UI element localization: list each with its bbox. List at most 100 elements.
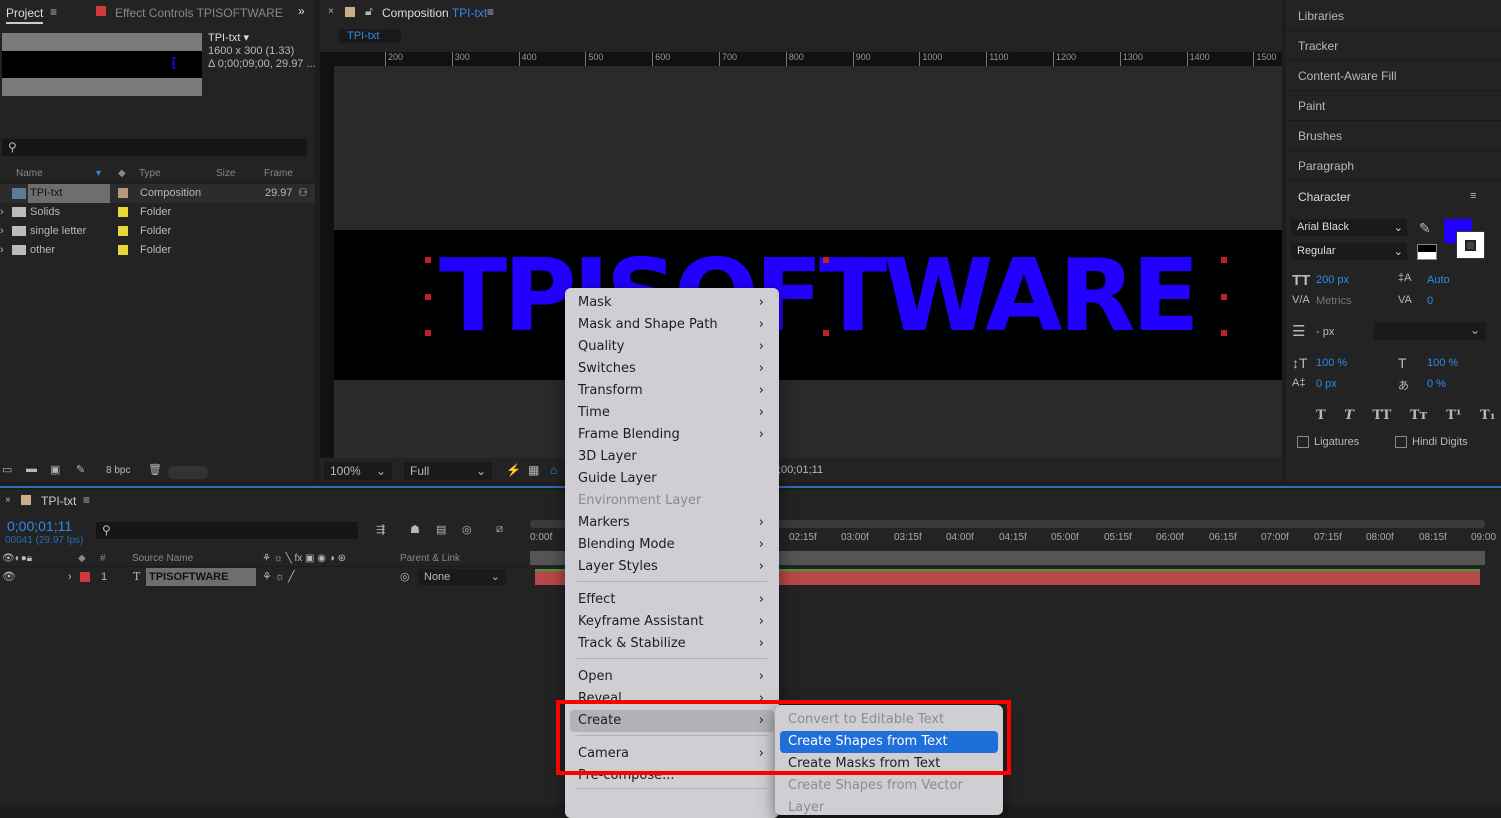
menu-item-mask[interactable]: Mask › [570,292,774,314]
tab-project[interactable]: Project [6,6,44,24]
shy-layers-icon[interactable]: ☗ [410,523,420,536]
current-timecode[interactable]: 0;00;01;11 [7,518,72,534]
thumb-name[interactable]: TPI-txt ▾ [208,31,249,44]
layer-switches[interactable]: ⚘ ☼ ╱ [262,568,295,586]
trash-icon[interactable]: 🗑 [148,463,162,476]
interpret-footage-icon[interactable]: ▭ [2,463,12,476]
menu-item-effect[interactable]: Effect › [570,589,774,611]
bbox-handle[interactable] [823,257,829,263]
expand-icon[interactable]: › [68,568,72,586]
baseline-shift-value[interactable]: 0 px [1316,378,1337,390]
bpc-button[interactable]: 8 bpc [106,465,130,476]
close-icon[interactable]: × [5,495,11,506]
panel-brushes[interactable]: Brushes [1286,121,1501,151]
panel-paragraph[interactable]: Paragraph [1286,151,1501,181]
menu-item-mask-and-shape-path[interactable]: Mask and Shape Path › [570,314,774,336]
eyedropper-icon[interactable]: ✎ [1419,220,1431,237]
menu-item-blending-mode[interactable]: Blending Mode › [570,534,774,556]
bbox-handle[interactable] [1221,294,1227,300]
zoom-select[interactable]: 100% ⌄ [324,462,392,480]
menu-item-frame-blending[interactable]: Frame Blending › [570,424,774,446]
panel-libraries[interactable]: Libraries [1286,1,1501,31]
project-search-input[interactable]: ⚲ [2,139,307,156]
stroke-color-swatch[interactable] [1456,231,1485,259]
faux-italic-button[interactable]: T [1344,408,1354,423]
col-name[interactable]: Name [16,165,43,183]
bbox-handle[interactable] [425,294,431,300]
menu-item-switches[interactable]: Switches › [570,358,774,380]
menu-item-quality[interactable]: Quality › [570,336,774,358]
transparency-grid-icon[interactable]: ▦ [528,463,539,477]
vertical-scale-value[interactable]: 100 % [1316,357,1347,369]
stroke-style-select[interactable]: ⌄ [1374,322,1486,340]
kerning-value[interactable]: Metrics [1316,295,1351,307]
layer-label-swatch[interactable] [80,572,90,582]
frame-blending-icon[interactable]: ▤ [436,523,446,536]
menu-icon[interactable]: ≡ [83,493,90,507]
expand-panels-icon[interactable]: » [298,4,305,18]
subscript-button[interactable]: T₁ [1480,408,1495,423]
new-folder-icon[interactable]: ▬ [26,463,37,475]
tab-effect-controls[interactable]: Effect Controls TPISOFTWARE [115,6,283,20]
project-item-tpi-txt[interactable]: TPI-txt Composition 29.97 ⚇ [0,184,315,203]
project-item-single-letter[interactable]: › single letter Folder [0,222,315,241]
col-size[interactable]: Size [216,165,235,183]
parent-select[interactable]: None ⌄ [418,569,506,585]
menu-item-layer-styles[interactable]: Layer Styles › [570,556,774,578]
text-layer[interactable]: TPISOFTWARE [439,246,1200,346]
menu-item-3d-layer[interactable]: 3D Layer [570,446,774,468]
font-size-value[interactable]: 200 px [1316,274,1349,286]
leading-value[interactable]: Auto [1427,274,1450,286]
current-time[interactable]: ;00;01;11 [778,464,823,476]
motion-blur-icon[interactable]: ◎ [462,523,472,536]
expand-icon[interactable]: › [0,222,4,241]
panel-tracker[interactable]: Tracker [1286,31,1501,61]
bbox-handle[interactable] [1221,330,1227,336]
bbox-handle[interactable] [425,330,431,336]
ligatures-checkbox[interactable] [1297,436,1309,448]
menu-item-time[interactable]: Time › [570,402,774,424]
col-parent-link[interactable]: Parent & Link [400,551,460,567]
col-type[interactable]: Type [139,165,161,183]
comp-subtab[interactable]: TPI-txt [338,29,401,43]
menu-item-transform[interactable]: Transform › [570,380,774,402]
menu-icon[interactable]: ≡ [487,5,494,19]
resolution-select[interactable]: Full ⌄ [404,462,492,480]
close-icon[interactable]: × [328,6,334,17]
comp-viewer[interactable]: TPISOFTWARE [334,66,1282,458]
visibility-toggle-icon[interactable]: 👁︎ [2,568,16,586]
stroke-width-value[interactable]: - px [1316,326,1334,338]
menu-item-guide-layer[interactable]: Guide Layer [570,468,774,490]
panel-paint[interactable]: Paint [1286,91,1501,121]
fast-previews-icon[interactable]: ⚡ [506,463,521,477]
menu-item-markers[interactable]: Markers › [570,512,774,534]
panel-content-aware-fill[interactable]: Content-Aware Fill [1286,61,1501,91]
label-swatch[interactable] [118,245,128,255]
menu-icon[interactable]: ≡ [1470,190,1476,202]
expand-icon[interactable]: › [0,241,4,260]
small-caps-button[interactable]: Tт [1410,408,1428,423]
label-swatch[interactable] [118,207,128,217]
layer-row[interactable]: 👁︎ › 1 T TPISOFTWARE ⚘ ☼ ╱ ◎ None ⌄ [0,568,528,586]
menu-item-keyframe-assistant[interactable]: Keyframe Assistant › [570,611,774,633]
render-icon[interactable]: ✎ [76,463,85,476]
layer-name[interactable]: TPISOFTWARE [146,568,256,586]
tab-timeline[interactable]: TPI-txt [41,494,76,508]
pickwhip-icon[interactable]: ◎ [400,568,410,586]
menu-icon[interactable]: ≡ [50,5,57,19]
project-item-other[interactable]: › other Folder [0,241,315,260]
hindi-digits-checkbox[interactable] [1395,436,1407,448]
graph-editor-icon[interactable]: ⧄ [496,523,503,536]
black-white-swatch[interactable] [1417,244,1437,260]
col-source-name[interactable]: Source Name [132,551,193,567]
lock-icon[interactable]: 🔓︎ [365,4,373,19]
all-caps-button[interactable]: TT [1372,408,1391,423]
tsume-value[interactable]: 0 % [1427,378,1446,390]
font-style-select[interactable]: Regular ⌄ [1291,243,1407,260]
expand-icon[interactable]: › [0,203,4,222]
new-composition-icon[interactable]: ▣ [50,463,60,476]
horizontal-scale-value[interactable]: 100 % [1427,357,1458,369]
bbox-handle[interactable] [823,330,829,336]
superscript-button[interactable]: T¹ [1446,408,1461,423]
faux-bold-button[interactable]: T [1316,408,1326,423]
